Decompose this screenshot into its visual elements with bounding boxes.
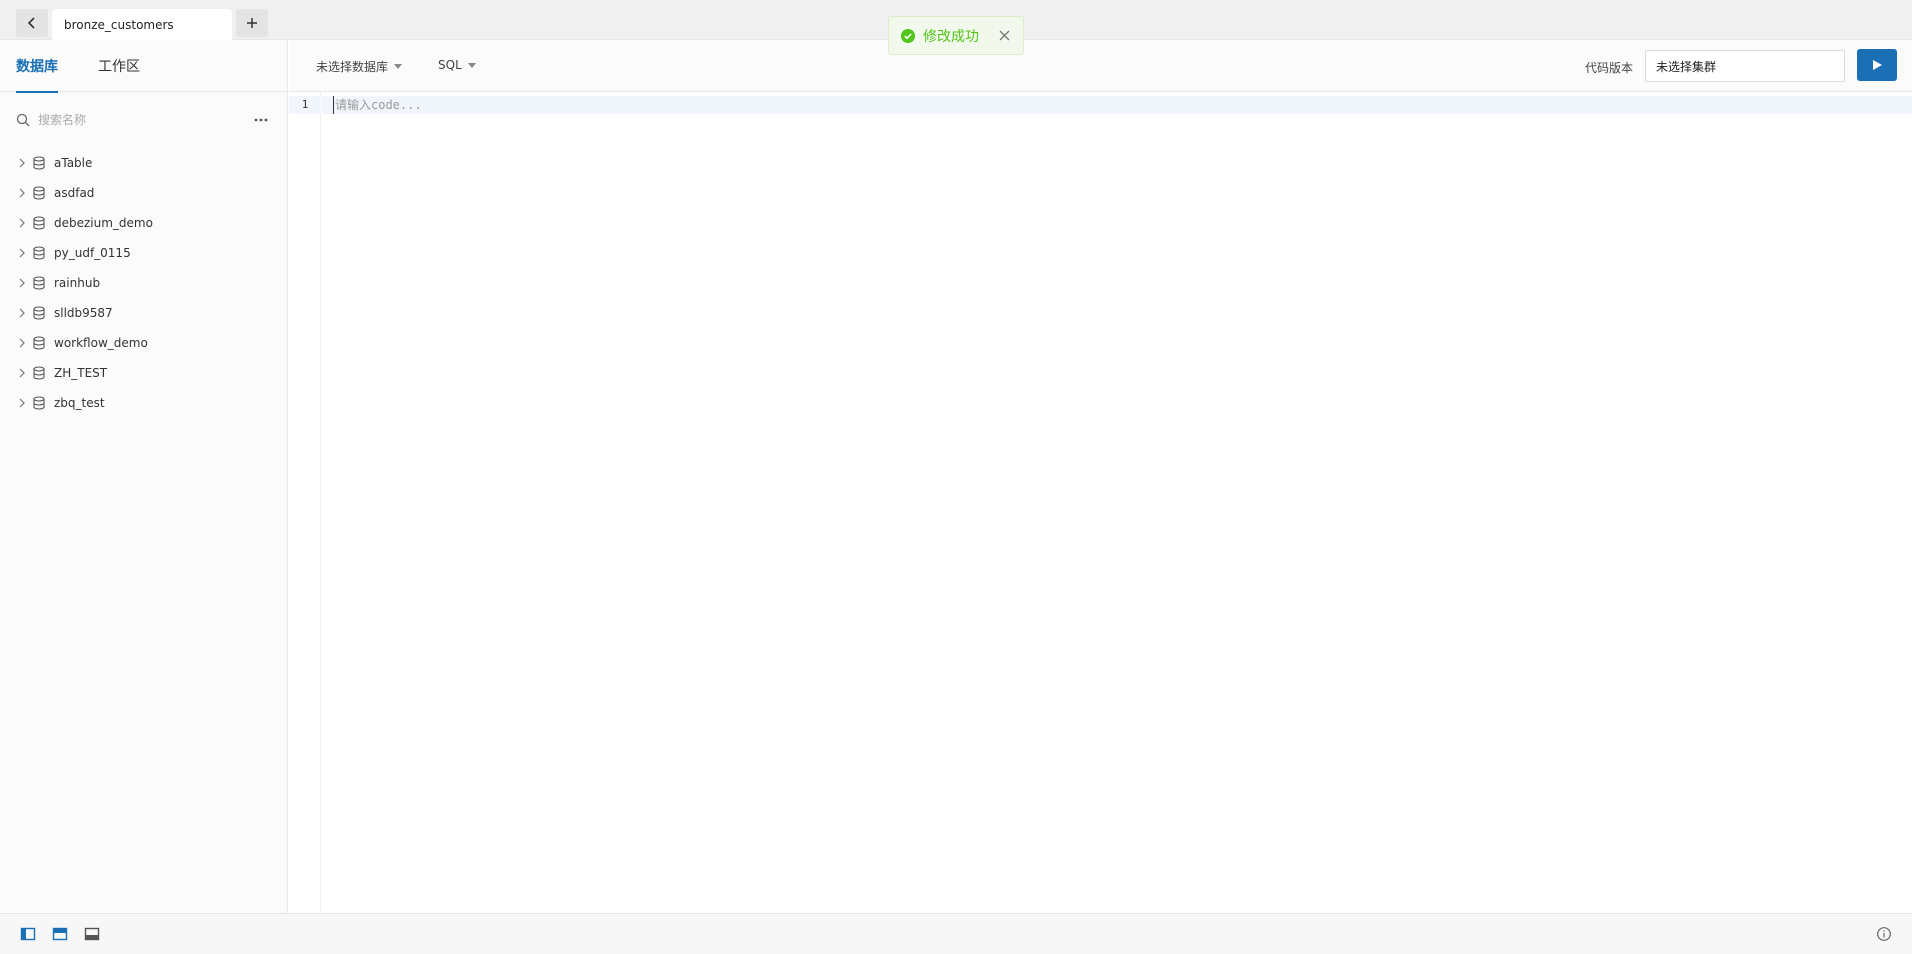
more-horizontal-icon (254, 118, 268, 122)
database-icon (33, 366, 45, 380)
list-item[interactable]: aTable (0, 148, 287, 178)
list-item[interactable]: zbq_test (0, 388, 287, 418)
list-item[interactable]: asdfad (0, 178, 287, 208)
editor-toolbar: 未选择数据库 SQL 代码版本 未选择集群 (289, 40, 1912, 92)
tab-bronze-customers[interactable]: bronze_customers (52, 9, 232, 40)
database-name: zbq_test (54, 396, 105, 410)
database-icon (33, 336, 45, 350)
chevron-right-icon[interactable] (18, 218, 26, 228)
database-name: debezium_demo (54, 216, 153, 230)
sidebar-tabs: 数据库 工作区 (0, 40, 287, 93)
toast-close-button[interactable] (997, 29, 1011, 43)
list-item[interactable]: ZH_TEST (0, 358, 287, 388)
close-icon (999, 30, 1009, 41)
plus-icon (247, 18, 257, 28)
tab-label: bronze_customers (64, 17, 174, 32)
database-icon (33, 276, 45, 290)
chevron-right-icon[interactable] (18, 278, 26, 288)
database-name: py_udf_0115 (54, 246, 131, 260)
chevron-left-icon (27, 17, 35, 29)
code-version-label: 代码版本 (1585, 61, 1634, 75)
toggle-bottom-panel-icon[interactable] (84, 926, 100, 942)
caret-down-icon (394, 64, 403, 69)
code-editor: 1 (289, 93, 1912, 913)
database-icon (33, 186, 45, 200)
list-item[interactable]: debezium_demo (0, 208, 287, 238)
play-icon (1873, 60, 1882, 70)
search-icon (16, 113, 30, 127)
database-icon (33, 216, 45, 230)
success-toast: 修改成功 (888, 16, 1024, 55)
back-button[interactable] (16, 9, 48, 37)
line-number: 1 (289, 96, 321, 114)
chevron-right-icon[interactable] (18, 398, 26, 408)
database-icon (33, 396, 45, 410)
tab-database[interactable]: 数据库 (16, 40, 58, 93)
database-name: workflow_demo (54, 336, 148, 350)
database-icon (33, 156, 45, 170)
check-circle-icon (901, 28, 915, 43)
chevron-right-icon[interactable] (18, 338, 26, 348)
toggle-top-panel-icon[interactable] (52, 926, 68, 942)
database-name: ZH_TEST (54, 366, 108, 380)
line-gutter: 1 (289, 93, 321, 913)
list-item[interactable]: py_udf_0115 (0, 238, 287, 268)
status-bar (0, 913, 1912, 954)
search-input[interactable] (38, 113, 243, 127)
chevron-right-icon[interactable] (18, 308, 26, 318)
caret-down-icon (467, 62, 476, 68)
chevron-right-icon[interactable] (18, 158, 26, 168)
database-select[interactable]: 未选择数据库 (316, 58, 403, 75)
database-name: asdfad (54, 186, 95, 200)
list-item[interactable]: rainhub (0, 268, 287, 298)
database-name: slldb9587 (54, 306, 113, 320)
search-row (0, 92, 287, 148)
chevron-right-icon[interactable] (18, 248, 26, 258)
cluster-select-value: 未选择集群 (1656, 59, 1717, 74)
database-name: aTable (54, 156, 93, 170)
cluster-select[interactable]: 未选择集群 (1645, 50, 1845, 82)
info-icon[interactable] (1876, 926, 1892, 942)
code-input[interactable] (333, 96, 933, 114)
add-tab-button[interactable] (236, 9, 268, 37)
toggle-left-panel-icon[interactable] (20, 926, 36, 942)
language-select-value: SQL (438, 58, 462, 72)
database-select-value: 未选择数据库 (316, 60, 389, 74)
more-options-button[interactable] (251, 112, 271, 128)
sidebar: 数据库 工作区 aTable asdfad debezium_demo py_udf_… (0, 40, 288, 913)
list-item[interactable]: slldb9587 (0, 298, 287, 328)
toast-message: 修改成功 (923, 28, 979, 45)
chevron-right-icon[interactable] (18, 368, 26, 378)
list-item[interactable]: workflow_demo (0, 328, 287, 358)
run-button[interactable] (1857, 49, 1897, 81)
tab-workspace[interactable]: 工作区 (98, 40, 140, 92)
database-icon (33, 306, 45, 320)
database-list: aTable asdfad debezium_demo py_udf_0115rain… (0, 148, 287, 418)
language-select[interactable]: SQL (438, 58, 476, 72)
chevron-right-icon[interactable] (18, 188, 26, 198)
database-icon (33, 246, 45, 260)
database-name: rainhub (54, 276, 101, 290)
